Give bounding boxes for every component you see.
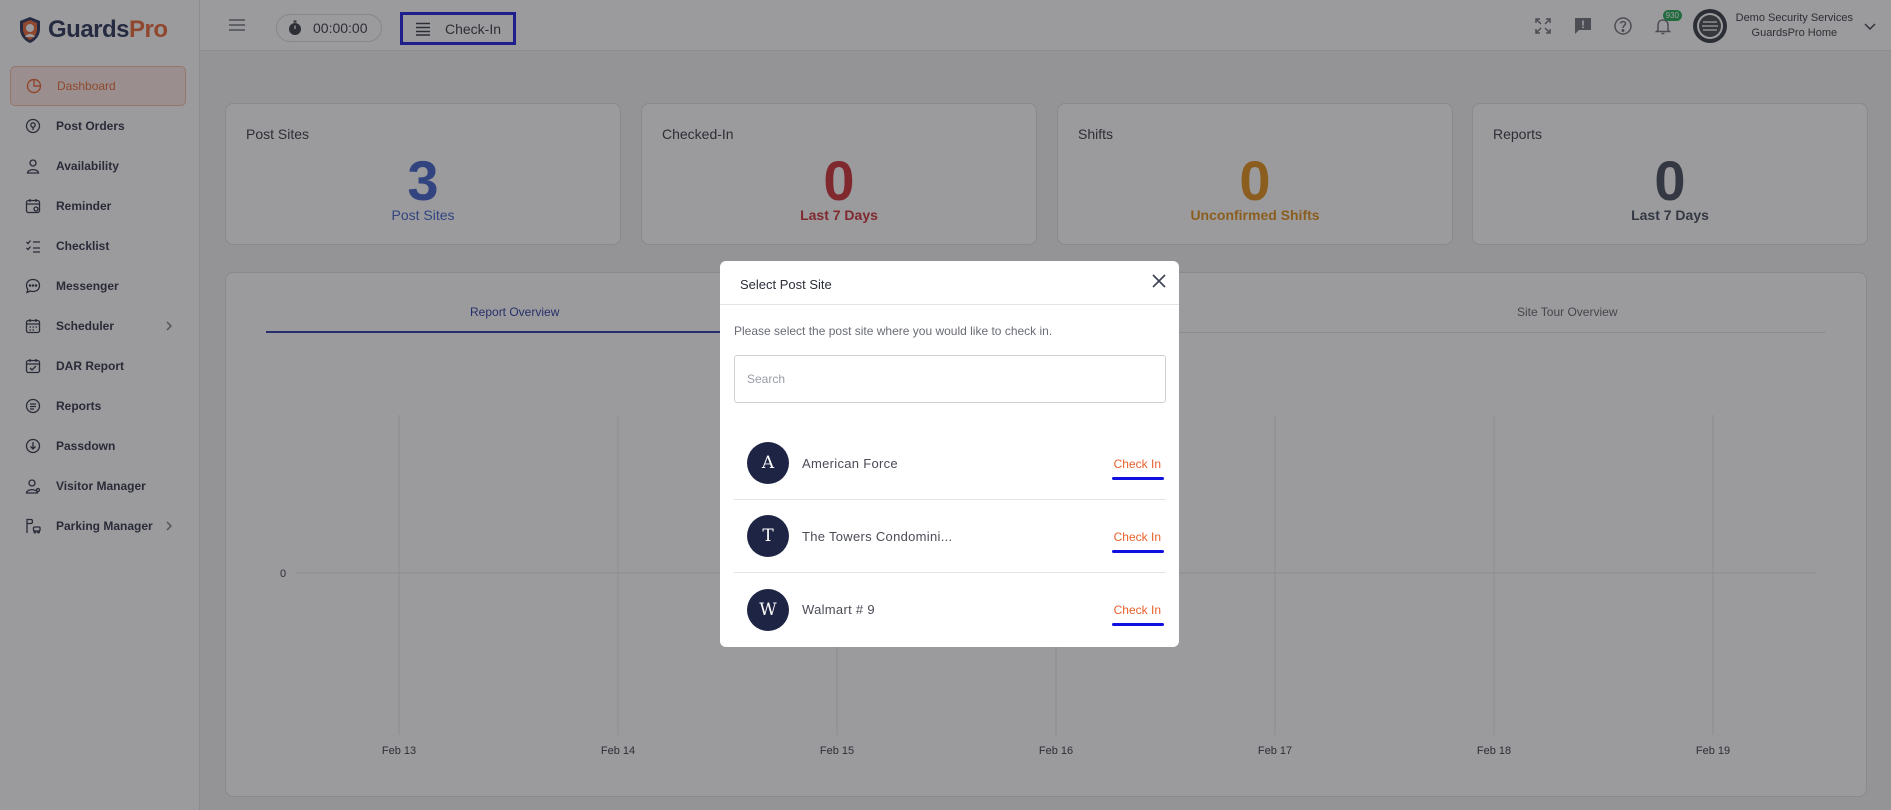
modal-description: Please select the post site where you wo… bbox=[734, 324, 1053, 338]
list-item[interactable]: A American Force Check In bbox=[734, 427, 1166, 500]
site-name: Walmart # 9 bbox=[802, 602, 875, 617]
site-initial-avatar: A bbox=[747, 442, 789, 484]
site-initial-avatar: W bbox=[747, 588, 789, 631]
select-post-site-modal: Select Post Site Please select the post … bbox=[720, 261, 1179, 647]
annotation-underline bbox=[1112, 550, 1164, 553]
check-in-link[interactable]: Check In bbox=[1114, 603, 1161, 617]
check-in-link[interactable]: Check In bbox=[1114, 530, 1161, 544]
annotation-underline bbox=[1112, 623, 1164, 626]
search-input[interactable] bbox=[734, 355, 1166, 403]
annotation-underline bbox=[1112, 477, 1164, 480]
modal-title: Select Post Site bbox=[740, 277, 832, 292]
site-name: American Force bbox=[802, 455, 898, 471]
site-name: The Towers Condomini... bbox=[802, 528, 953, 544]
list-item[interactable]: T The Towers Condomini... Check In bbox=[734, 500, 1166, 573]
list-item[interactable]: W Walmart # 9 Check In bbox=[734, 573, 1166, 646]
close-icon[interactable] bbox=[1151, 273, 1167, 289]
modal-divider bbox=[720, 304, 1179, 305]
check-in-link[interactable]: Check In bbox=[1114, 457, 1161, 471]
site-initial-avatar: T bbox=[747, 515, 789, 557]
